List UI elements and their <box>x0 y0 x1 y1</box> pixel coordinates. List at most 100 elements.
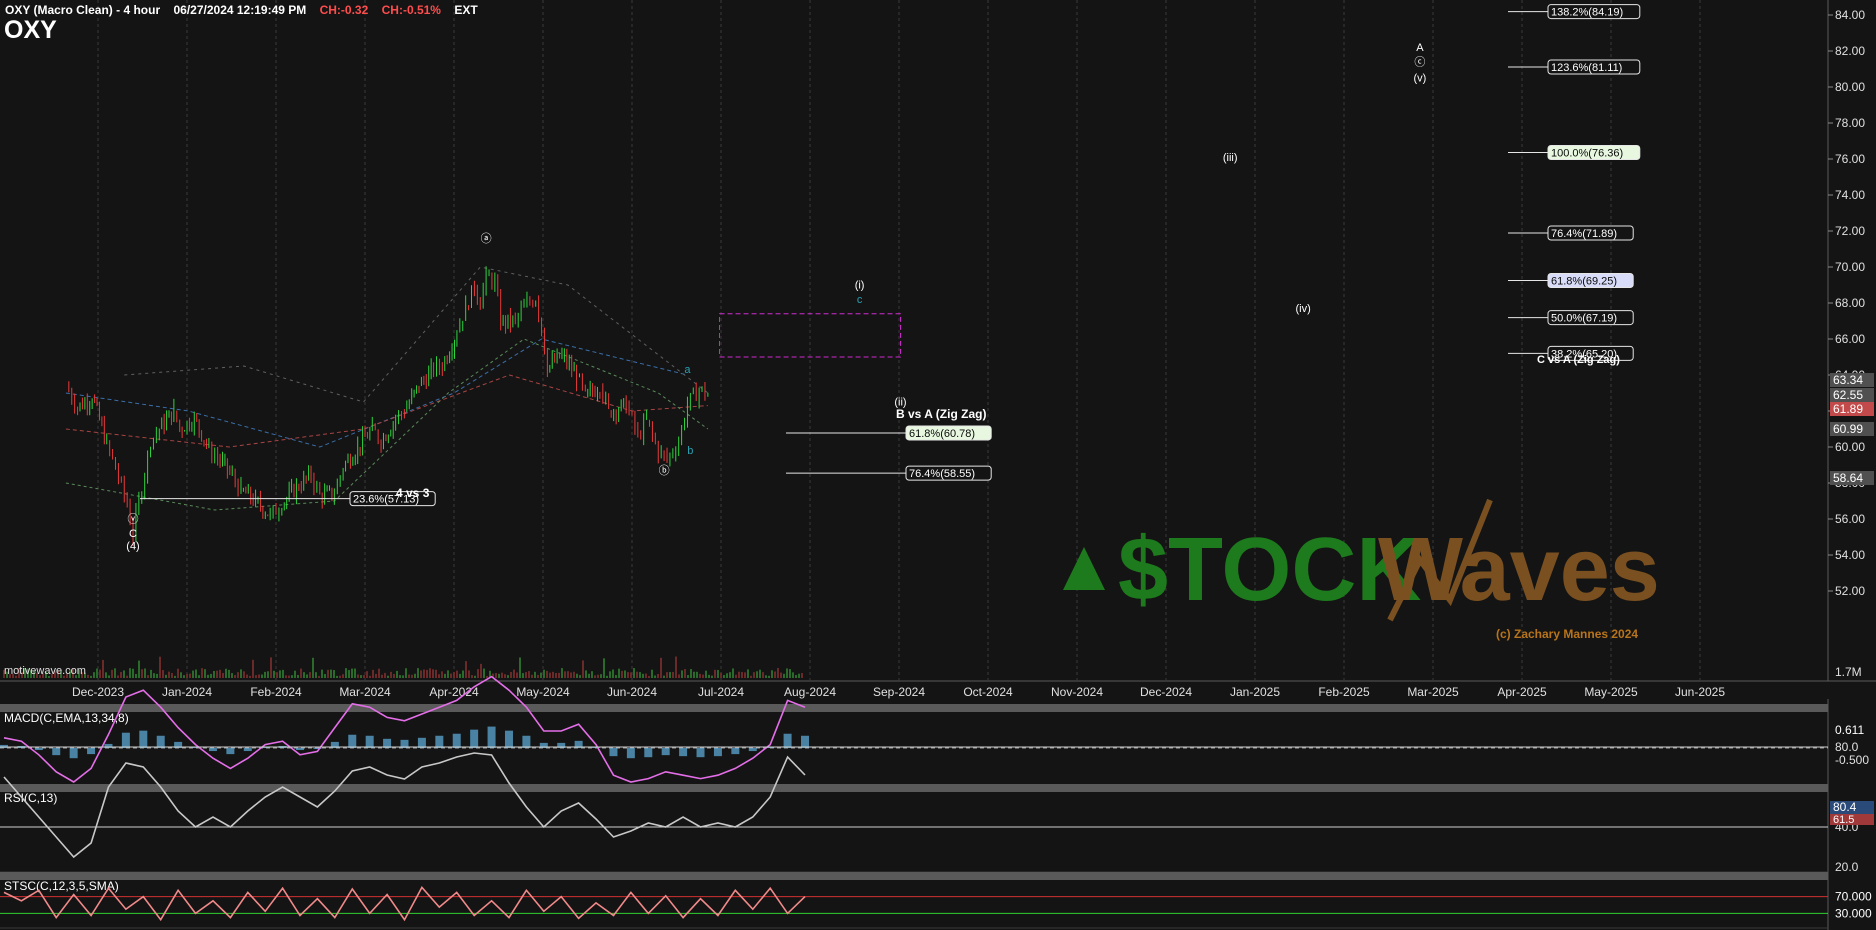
y-tick-label: 78.00 <box>1835 116 1865 130</box>
b-vs-a-title: B vs A (Zig Zag) <box>896 407 987 421</box>
macd-divider <box>0 704 1828 712</box>
rsi-series-line <box>3 752 806 859</box>
macd-histogram-bar <box>713 748 722 757</box>
y-tick-label: 68.00 <box>1835 296 1865 310</box>
x-tick-label: Jul-2024 <box>698 685 744 699</box>
c-vs-a-title: C vs A (Zig Zag) <box>1537 354 1620 366</box>
macd-histogram-bar <box>679 748 688 757</box>
wave-label: a <box>684 364 691 376</box>
fib-level-label: 50.0%(67.19) <box>1551 313 1617 325</box>
wave-label: ⓐ <box>481 232 492 245</box>
wave-label: b <box>687 445 693 457</box>
x-tick-label: Sep-2024 <box>873 685 925 699</box>
macd-histogram-bar <box>0 744 8 748</box>
macd-histogram-bar <box>783 733 792 748</box>
macd-histogram-bar <box>87 748 96 755</box>
rsi-title: RSI(C,13) <box>4 791 57 805</box>
y-tick-label: 60.00 <box>1835 440 1865 454</box>
macd-histogram-bar <box>365 735 374 748</box>
macd-histogram-bar <box>644 748 653 758</box>
four-vs-three-title: 4 vs 3 <box>396 486 430 500</box>
y-tick-label: 72.00 <box>1835 224 1865 238</box>
brand-waves-text: Waves <box>1378 520 1660 620</box>
price-axis-box-label: 61.89 <box>1833 402 1863 416</box>
wave-label: (iv) <box>1296 303 1311 315</box>
macd-title: MACD(C,EMA,13,34,8) <box>4 711 129 725</box>
chart-canvas: Dec-2023 Jan-2024 Feb-2024 Mar-2024 Apr-2024… <box>0 0 1876 930</box>
macd-histogram-bar <box>470 729 479 748</box>
wave-label: (iii) <box>1223 152 1238 164</box>
stsc-series-line <box>3 886 806 922</box>
fib-level-label: 100.0%(76.36) <box>1551 148 1623 160</box>
chart-session: EXT <box>454 3 478 17</box>
macd-histogram-bar <box>121 732 130 748</box>
chart-symbol: OXY <box>4 16 57 44</box>
brand-triangle-icon <box>1063 547 1105 590</box>
volume-axis-label: 1.7M <box>1835 665 1862 679</box>
x-tick-label: Jun-2025 <box>1675 685 1725 699</box>
copyright-text: (c) Zachary Mannes 2024 <box>1496 627 1639 641</box>
x-tick-label: May-2025 <box>1584 685 1638 699</box>
macd-histogram-bar <box>609 748 618 757</box>
stsc-axis-label: 70.000 <box>1835 890 1872 904</box>
macd-histogram-bar <box>139 730 148 748</box>
price-axis-bg <box>1828 0 1876 930</box>
stsc-divider <box>0 872 1828 880</box>
y-tick-label: 70.00 <box>1835 260 1865 274</box>
y-tick-label: 52.00 <box>1835 584 1865 598</box>
b-vs-a-level-label: 76.4%(58.55) <box>909 468 975 480</box>
y-tick-label: 74.00 <box>1835 188 1865 202</box>
y-tick-label: 84.00 <box>1835 8 1865 22</box>
stsc-title: STSC(C,12,3,5,SMA) <box>4 879 119 893</box>
price-axis-box-label: 60.99 <box>1833 422 1863 436</box>
macd-histogram-bar <box>52 748 61 756</box>
rsi-axis-label: 20.0 <box>1835 860 1859 874</box>
macd-histogram-bar <box>348 734 357 748</box>
wave-label: c <box>857 294 863 306</box>
x-tick-label: Feb-2025 <box>1318 685 1370 699</box>
y-tick-label: 54.00 <box>1835 548 1865 562</box>
price-axis-box-label: 58.64 <box>1833 471 1863 485</box>
y-tick-label: 56.00 <box>1835 512 1865 526</box>
chart-header: OXY (Macro Clean) - 4 hour 06/27/2024 12… <box>5 3 478 17</box>
x-tick-label: Oct-2024 <box>963 685 1013 699</box>
macd-histogram-bar <box>417 737 426 748</box>
macd-histogram-bar <box>801 735 809 748</box>
rsi-axis-label: 80.0 <box>1835 740 1859 754</box>
wave-label: (i) <box>855 280 865 292</box>
wave-label: C <box>129 528 137 540</box>
rsi-divider <box>0 784 1828 792</box>
x-tick-label: Apr-2024 <box>429 685 479 699</box>
macd-histogram-bar <box>626 748 635 759</box>
x-tick-label: Feb-2024 <box>250 685 302 699</box>
wave-label: (v) <box>1413 73 1426 85</box>
macd-histogram-bar <box>696 748 705 758</box>
fib-level-label: 76.4%(71.89) <box>1551 228 1617 240</box>
macd-histogram-bar <box>156 735 165 748</box>
macd-histogram-bar <box>435 735 444 748</box>
wave-label: ⓥ <box>128 513 139 526</box>
wave-label: (4) <box>126 541 139 553</box>
y-tick-label: 66.00 <box>1835 332 1865 346</box>
macd-histogram-bar <box>504 730 513 748</box>
macd-histogram-bar <box>487 726 496 748</box>
x-tick-label: Aug-2024 <box>784 685 836 699</box>
macd-histogram-bar <box>243 748 252 752</box>
b-vs-a-level-label: 61.8%(60.78) <box>909 428 975 440</box>
fib-level-label: 138.2%(84.19) <box>1551 7 1623 19</box>
macd-histogram-bar <box>452 733 461 748</box>
x-tick-label: Dec-2024 <box>1140 685 1192 699</box>
x-tick-label: Mar-2025 <box>1407 685 1459 699</box>
macd-histogram-bar <box>731 748 740 755</box>
y-tick-label: 80.00 <box>1835 80 1865 94</box>
x-tick-label: Jan-2025 <box>1230 685 1280 699</box>
chart-datetime: 06/27/2024 12:19:49 PM <box>173 3 307 17</box>
macd-histogram-bar <box>296 748 305 751</box>
macd-histogram-bar <box>661 748 670 756</box>
macd-axis-label: 0.611 <box>1835 723 1864 737</box>
price-axis-box-label: 62.55 <box>1833 388 1863 402</box>
macd-histogram-bar <box>34 748 43 751</box>
x-tick-label: Apr-2025 <box>1497 685 1547 699</box>
wave-label: ⓑ <box>659 464 670 477</box>
macd-histogram-bar <box>226 748 235 755</box>
